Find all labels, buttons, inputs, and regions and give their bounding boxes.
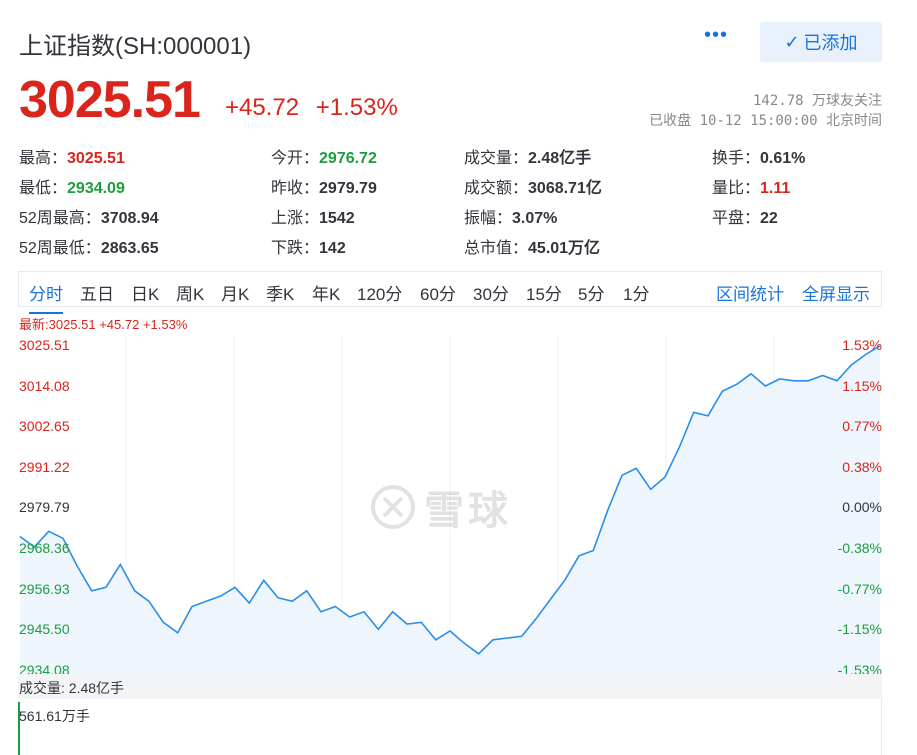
stats-grid: 最高：3025.51 今开：2976.72 成交量：2.48亿手 换手：0.61… [19,140,881,260]
more-options-icon[interactable]: ••• [704,25,732,50]
y-tick-right-7: -1.15% [837,621,882,638]
tab-intraday[interactable]: 分时 [29,280,63,314]
latest-quote-line: 最新:3025.51 +45.72 +1.53% [19,317,188,332]
fullscreen-button[interactable]: 全屏显示 [802,280,870,305]
stat-rise: 上涨：1542 [271,210,355,227]
market-status: 已收盘 10-12 15:00:00 北京时间 [649,113,882,129]
stat-fall: 下跌：142 [271,240,346,257]
tab-30min[interactable]: 30分 [473,280,509,305]
tab-15min[interactable]: 15分 [526,280,562,305]
stat-turnover: 换手：0.61% [712,150,806,167]
range-stats-button[interactable]: 区间统计 [716,280,784,305]
stat-volume: 成交量：2.48亿手 [464,150,592,167]
tab-monthly-k[interactable]: 月K [221,280,249,305]
y-tick-right-4: 0.00% [842,499,882,516]
y-tick-right-3: 0.38% [842,458,882,475]
tab-quarterly-k[interactable]: 季K [266,280,294,305]
added-watchlist-button[interactable]: ✓ 已添加 [760,22,882,62]
y-tick-left-2: 3002.65 [19,418,70,435]
y-tick-right-5: -0.38% [837,540,882,556]
xueqiu-watermark: 雪球 [370,478,512,536]
y-tick-left-0: 3025.51 [19,337,70,353]
stat-high: 最高：3025.51 [19,150,125,167]
volume-label: 成交量: 2.48亿手 [19,680,125,696]
tab-60min[interactable]: 60分 [420,280,456,305]
check-icon: ✓ [784,31,800,52]
tab-1min[interactable]: 1分 [623,280,649,305]
change-pct: +1.53% [315,94,398,121]
added-button-label: 已添加 [803,33,858,53]
tab-5day[interactable]: 五日 [80,280,114,305]
y-tick-left-7: 2945.50 [19,621,70,638]
y-tick-left-5: 2968.36 [19,540,70,556]
stat-52w-low: 52周最低：2863.65 [19,240,159,257]
stat-52w-high: 52周最高：3708.94 [19,210,159,227]
y-tick-right-0: 1.53% [842,337,882,353]
current-price: 3025.51 [19,71,201,129]
tab-weekly-k[interactable]: 周K [176,280,204,305]
volume-divider [881,699,882,755]
chart-period-tabs: 分时 五日 日K 周K 月K 季K 年K 120分 60分 30分 15分 5分… [18,271,882,314]
y-tick-right-6: -0.77% [837,580,882,597]
followers-count: 142.78 万球友关注 [752,93,882,109]
stat-flat: 平盘：22 [712,210,778,227]
tab-120min[interactable]: 120分 [357,280,402,305]
stat-prev-close: 昨收：2979.79 [271,180,377,197]
xueqiu-logo-icon [371,485,415,529]
y-tick-right-2: 0.77% [842,418,882,435]
change-abs: +45.72 [225,94,300,121]
volume-header-strip [18,674,882,699]
stat-volume-ratio: 量比：1.11 [712,180,791,197]
tab-daily-k[interactable]: 日K [131,280,159,305]
stat-amplitude: 振幅：3.07% [464,210,558,227]
watermark-text: 雪球 [424,489,512,533]
stat-open: 今开：2976.72 [271,150,377,167]
volume-max-label: 561.61万手 [19,708,90,724]
price-change: +45.72 +1.53% [225,94,398,122]
y-tick-left-4: 2979.79 [19,499,70,516]
y-tick-right-1: 1.15% [842,377,882,394]
stat-market-cap: 总市值：45.01万亿 [464,240,601,257]
y-tick-left-1: 3014.08 [19,377,70,394]
tab-5min[interactable]: 5分 [578,280,604,305]
stat-low: 最低：2934.09 [19,180,125,197]
y-tick-left-6: 2956.93 [19,580,70,597]
tab-yearly-k[interactable]: 年K [312,280,340,305]
y-tick-left-3: 2991.22 [19,458,70,475]
page-title: 上证指数(SH:000001) [19,33,252,60]
stat-amount: 成交额：3068.71亿 [464,180,602,197]
